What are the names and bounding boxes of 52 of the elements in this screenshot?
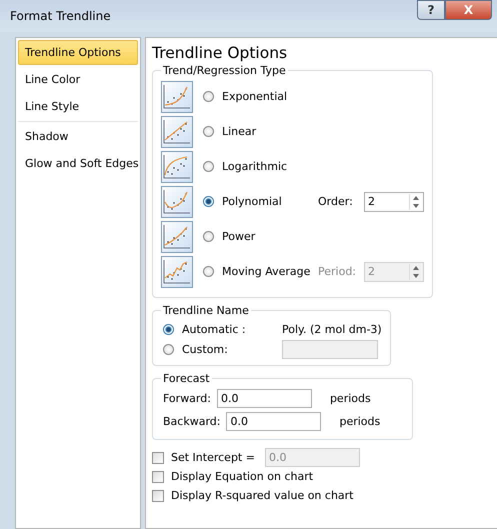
radio-button[interactable] bbox=[203, 161, 214, 172]
spin-arrows-icon[interactable] bbox=[409, 194, 422, 210]
window-title: Format Trendline bbox=[10, 9, 111, 23]
input-field[interactable]: 0.0 bbox=[216, 389, 312, 408]
option-label: Automatic : bbox=[182, 322, 247, 336]
option-label: Polynomial bbox=[222, 195, 283, 208]
name-field[interactable] bbox=[282, 340, 378, 358]
option-label: Moving Average bbox=[222, 265, 312, 278]
group-title: Trend/Regression Type bbox=[162, 64, 287, 77]
input-field[interactable]: 0.0 bbox=[226, 412, 322, 431]
help-button[interactable]: ? bbox=[417, 0, 445, 20]
spin-label: Order: bbox=[318, 195, 354, 208]
checkbox[interactable] bbox=[152, 470, 164, 482]
sidebar-item[interactable]: Glow and Soft Edges bbox=[18, 151, 138, 176]
checkbox[interactable] bbox=[152, 490, 164, 502]
panel-heading: Trendline Options bbox=[152, 44, 288, 62]
option-label: Custom: bbox=[182, 342, 229, 356]
trend-chart-icon[interactable] bbox=[161, 186, 193, 218]
option-label: Linear bbox=[222, 125, 258, 138]
trend-chart-icon[interactable] bbox=[161, 256, 193, 288]
group-title: Trendline Name bbox=[162, 304, 250, 317]
sidebar-item[interactable]: Line Style bbox=[18, 94, 138, 119]
unit-label: periods bbox=[339, 415, 380, 428]
sidebar-item[interactable]: Trendline Options bbox=[18, 40, 138, 65]
spin-label: Period: bbox=[318, 265, 358, 278]
trend-chart-icon[interactable] bbox=[161, 150, 193, 182]
radio-button[interactable] bbox=[163, 344, 174, 354]
checkbox[interactable] bbox=[152, 452, 164, 464]
radio-button[interactable] bbox=[203, 91, 214, 102]
group-title: Forecast bbox=[162, 372, 211, 385]
field-label: Forward: bbox=[163, 392, 211, 405]
radio-button[interactable] bbox=[203, 266, 214, 277]
checkbox-label: Display R-squared value on chart bbox=[171, 489, 354, 502]
option-label: Exponential bbox=[222, 90, 288, 103]
trend-chart-icon[interactable] bbox=[161, 116, 193, 148]
checkbox-label: Display Equation on chart bbox=[171, 470, 314, 483]
option-label: Power bbox=[222, 230, 256, 243]
radio-button[interactable] bbox=[203, 231, 214, 242]
radio-button[interactable] bbox=[203, 196, 214, 207]
unit-label: periods bbox=[330, 392, 371, 405]
trend-chart-icon[interactable] bbox=[161, 80, 193, 112]
checkbox-label: Set Intercept = bbox=[171, 451, 255, 464]
field-label: Backward: bbox=[163, 415, 220, 428]
radio-button[interactable] bbox=[163, 324, 174, 334]
sidebar-item[interactable]: Shadow bbox=[18, 124, 138, 149]
trendline-name-text: Poly. (2 mol dm-3) bbox=[282, 322, 382, 336]
radio-button[interactable] bbox=[203, 126, 214, 137]
spin-field[interactable]: 2 bbox=[364, 192, 424, 212]
option-label: Logarithmic bbox=[222, 160, 288, 173]
trend-chart-icon[interactable] bbox=[161, 220, 193, 252]
sidebar-item[interactable]: Line Color bbox=[18, 67, 138, 92]
spin-arrows-icon[interactable] bbox=[409, 264, 422, 280]
